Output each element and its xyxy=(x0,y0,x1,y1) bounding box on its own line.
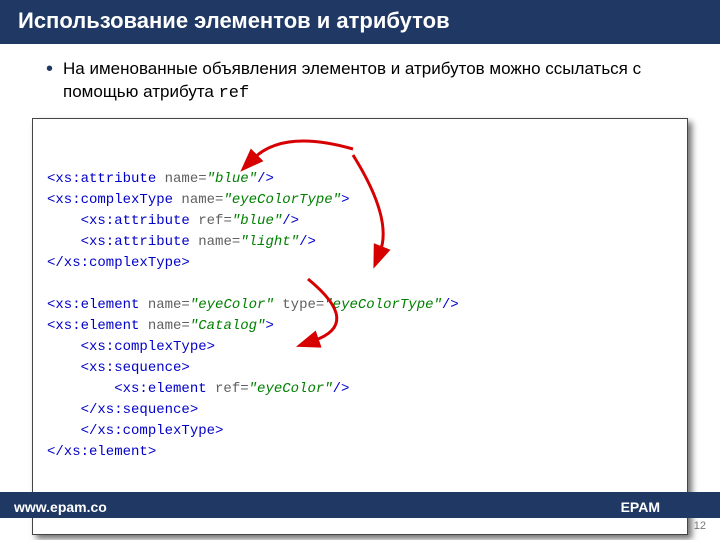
code-token: </xs:complexType> xyxy=(47,423,223,439)
code-line: <xs:element name="Catalog"> xyxy=(47,316,673,337)
code-line: </xs:element> xyxy=(47,442,673,463)
code-token: name= xyxy=(181,192,223,208)
code-line: </xs:complexType> xyxy=(47,253,673,274)
code-token: > xyxy=(341,192,349,208)
code-token: </xs:complexType> xyxy=(47,255,190,271)
code-line: <xs:complexType name="eyeColorType"> xyxy=(47,190,673,211)
title-text: Использование элементов и атрибутов xyxy=(18,8,450,33)
code-token: ref= xyxy=(198,213,232,229)
code-token: </xs:sequence> xyxy=(47,402,198,418)
code-token: /> xyxy=(257,171,274,187)
page-title: Использование элементов и атрибутов xyxy=(0,0,720,44)
code-token: name= xyxy=(198,234,240,250)
code-token: <xs:attribute xyxy=(47,213,198,229)
code-line xyxy=(47,274,673,295)
code-line: <xs:attribute ref="blue"/> xyxy=(47,211,673,232)
code-token: <xs:complexType xyxy=(47,192,181,208)
code-token: <xs:element xyxy=(47,297,148,313)
code-line: <xs:element name="eyeColor" type="eyeCol… xyxy=(47,295,673,316)
code-line: <xs:attribute name="light"/> xyxy=(47,232,673,253)
code-token: "blue" xyxy=(232,213,282,229)
code-token: type= xyxy=(282,297,324,313)
code-token: <xs:element xyxy=(47,318,148,334)
code-token: /> xyxy=(282,213,299,229)
bullet-marker-icon: • xyxy=(46,58,53,80)
bullet-text-wrap: На именованные объявления элементов и ат… xyxy=(63,58,680,106)
code-line: <xs:sequence> xyxy=(47,358,673,379)
code-token: <xs:element xyxy=(47,381,215,397)
code-content: <xs:attribute name="blue"/><xs:complexTy… xyxy=(47,169,673,463)
bullet-list: • На именованные объявления элементов и … xyxy=(0,44,720,116)
footer-bar: www.epam.co EPAM xyxy=(0,492,720,518)
bullet-item: • На именованные объявления элементов и … xyxy=(46,58,680,106)
code-token: name= xyxy=(165,171,207,187)
bullet-code: ref xyxy=(219,84,250,103)
code-box: <xs:attribute name="blue"/><xs:complexTy… xyxy=(32,118,688,535)
code-line: <xs:complexType> xyxy=(47,337,673,358)
code-token: name= xyxy=(148,318,190,334)
code-line: </xs:sequence> xyxy=(47,400,673,421)
code-token: /> xyxy=(299,234,316,250)
code-token: name= xyxy=(148,297,190,313)
code-line: <xs:attribute name="blue"/> xyxy=(47,169,673,190)
code-token: > xyxy=(265,318,273,334)
code-token: "eyeColorType" xyxy=(324,297,442,313)
code-token: <xs:attribute xyxy=(47,234,198,250)
code-token: "eyeColor" xyxy=(190,297,282,313)
slide: Использование элементов и атрибутов • На… xyxy=(0,0,720,540)
page-number: 12 xyxy=(694,520,706,532)
footer-brand: EPAM xyxy=(621,499,660,515)
code-token: /> xyxy=(442,297,459,313)
bullet-text: На именованные объявления элементов и ат… xyxy=(63,59,641,101)
code-token: <xs:attribute xyxy=(47,171,165,187)
code-line: <xs:element ref="eyeColor"/> xyxy=(47,379,673,400)
code-line: </xs:complexType> xyxy=(47,421,673,442)
arrow-icon xyxy=(253,141,353,159)
code-token: "light" xyxy=(240,234,299,250)
code-token: /> xyxy=(333,381,350,397)
code-token: "eyeColorType" xyxy=(223,192,341,208)
code-token: "blue" xyxy=(207,171,257,187)
footer-url[interactable]: www.epam.co xyxy=(14,499,107,515)
code-token: </xs:element> xyxy=(47,444,156,460)
code-token: "eyeColor" xyxy=(249,381,333,397)
code-token: <xs:sequence> xyxy=(47,360,190,376)
code-token: ref= xyxy=(215,381,249,397)
code-token: "Catalog" xyxy=(190,318,266,334)
code-token: <xs:complexType> xyxy=(47,339,215,355)
